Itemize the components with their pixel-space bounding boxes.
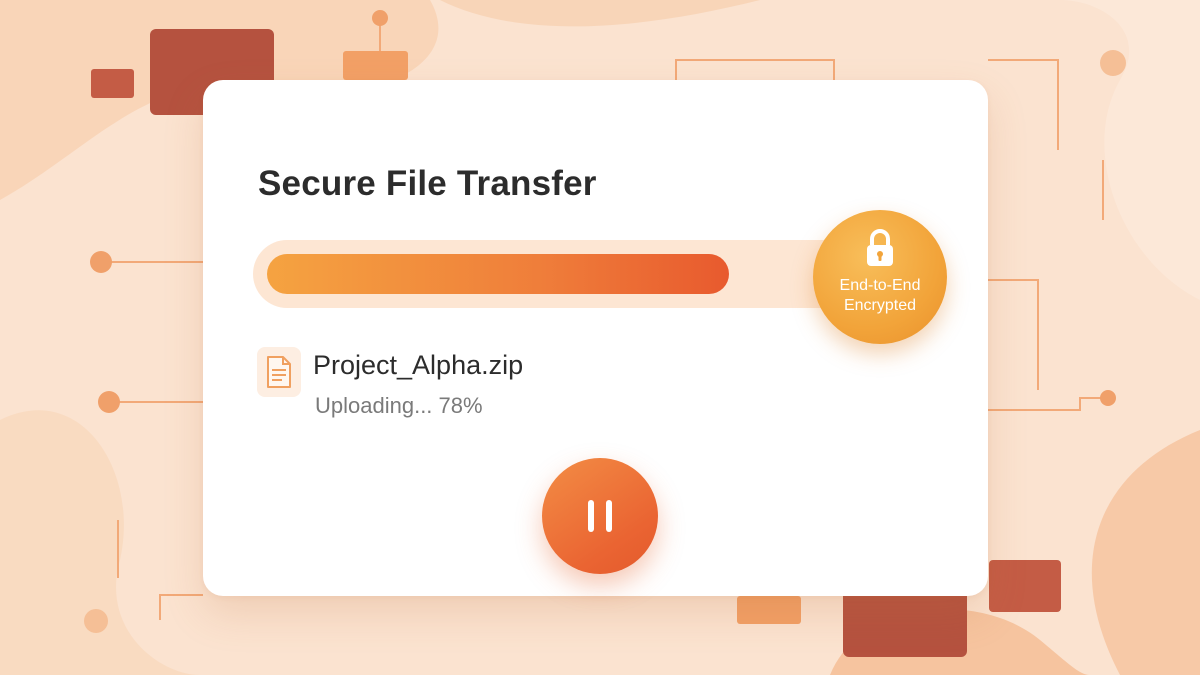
progress-track	[253, 240, 873, 308]
pause-button[interactable]	[542, 458, 658, 574]
badge-line-2: Encrypted	[843, 297, 917, 314]
badge-line-1: End-to-End	[839, 277, 921, 294]
progress-fill	[267, 254, 729, 294]
encryption-badge: End-to-End Encrypted	[813, 210, 947, 344]
upload-status: Uploading... 78%	[315, 393, 483, 418]
file-name: Project_Alpha.zip	[313, 350, 524, 380]
transfer-dialog: Secure File Transfer End-to-End Encrypte…	[203, 80, 988, 596]
lock-icon	[863, 228, 897, 273]
badge-label: End-to-End Encrypted	[813, 276, 947, 316]
dialog-title: Secure File Transfer	[258, 164, 597, 203]
document-icon	[257, 347, 301, 397]
pause-icon	[588, 500, 612, 532]
